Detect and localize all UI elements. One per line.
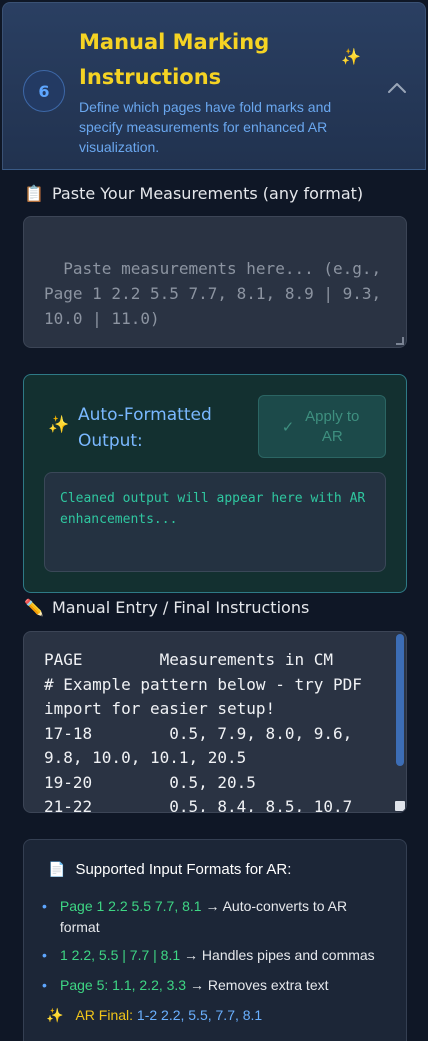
sparkle-icon: ✨: [48, 415, 70, 435]
bullet: •: [42, 898, 47, 914]
document-icon: 📄: [48, 861, 66, 877]
format-example: Page 5: 1.1, 2.2, 3.3: [60, 977, 187, 993]
paste-label: 📋 Paste Your Measurements (any format): [24, 184, 363, 203]
sparkle-icon: ✨: [341, 47, 361, 66]
ar-final-item: ✨ AR Final: 1-2 2.2, 5.5, 7.7, 8.1: [46, 1005, 391, 1026]
paste-measurements-input[interactable]: Paste measurements here... (e.g., Page 1…: [23, 216, 407, 348]
supported-formats-panel: 📄 Supported Input Formats for AR: • Page…: [23, 839, 407, 1041]
step-number-badge: 6: [23, 70, 65, 112]
step-header[interactable]: 6 Manual Marking Instructions ✨ Define w…: [2, 2, 426, 170]
sparkle-icon: ✨: [46, 1007, 64, 1023]
formats-title-text: Supported Input Formats for AR:: [75, 861, 292, 878]
clipboard-icon: 📋: [24, 184, 44, 203]
section-title: Manual Marking Instructions: [79, 30, 270, 89]
format-item: • Page 1 2.2 5.5 7.7, 8.1 → Auto-convert…: [42, 896, 387, 938]
check-icon: ✓: [281, 418, 295, 436]
scrollbar-thumb[interactable]: [396, 634, 404, 766]
formats-title: 📄 Supported Input Formats for AR:: [48, 861, 291, 878]
chevron-up-icon[interactable]: [386, 79, 408, 97]
format-desc: → Removes extra text: [186, 977, 329, 993]
manual-entry-text[interactable]: PAGE Measurements in CM # Example patter…: [44, 648, 394, 812]
paste-placeholder: Paste measurements here... (e.g., Page 1…: [44, 259, 391, 328]
apply-label: Apply to AR: [305, 407, 360, 445]
manual-label-text: Manual Entry / Final Instructions: [52, 598, 310, 617]
auto-format-panel: ✨ Auto-Formatted Output: ✓ Apply to AR C…: [23, 374, 407, 593]
ar-final-label: AR Final:: [75, 1007, 137, 1023]
apply-to-ar-button[interactable]: ✓ Apply to AR: [258, 395, 386, 458]
format-item: • 1 2.2, 5.5 | 7.7 | 8.1 → Handles pipes…: [42, 945, 387, 966]
resize-handle[interactable]: [395, 801, 405, 811]
manual-label: ✏️ Manual Entry / Final Instructions: [24, 598, 309, 617]
format-item: • Page 5: 1.1, 2.2, 3.3 → Removes extra …: [42, 975, 387, 996]
resize-handle[interactable]: [396, 337, 404, 345]
auto-format-output[interactable]: Cleaned output will appear here with AR …: [44, 472, 386, 572]
ar-final-example: 1-2 2.2, 5.5, 7.7, 8.1: [136, 1007, 263, 1023]
manual-entry-textarea[interactable]: PAGE Measurements in CM # Example patter…: [23, 631, 407, 813]
format-desc: → Handles pipes and commas: [180, 947, 375, 963]
bullet: •: [42, 947, 47, 963]
auto-format-title: Auto-Formatted Output:: [78, 405, 212, 451]
section-description: Define which pages have fold marks and s…: [79, 99, 332, 155]
pencil-icon: ✏️: [24, 598, 44, 617]
format-example: 1 2.2, 5.5 | 7.7 | 8.1: [60, 947, 181, 963]
paste-label-text: Paste Your Measurements (any format): [52, 184, 364, 203]
format-example: Page 1 2.2 5.5 7.7, 8.1: [59, 898, 202, 914]
bullet: •: [42, 977, 47, 993]
